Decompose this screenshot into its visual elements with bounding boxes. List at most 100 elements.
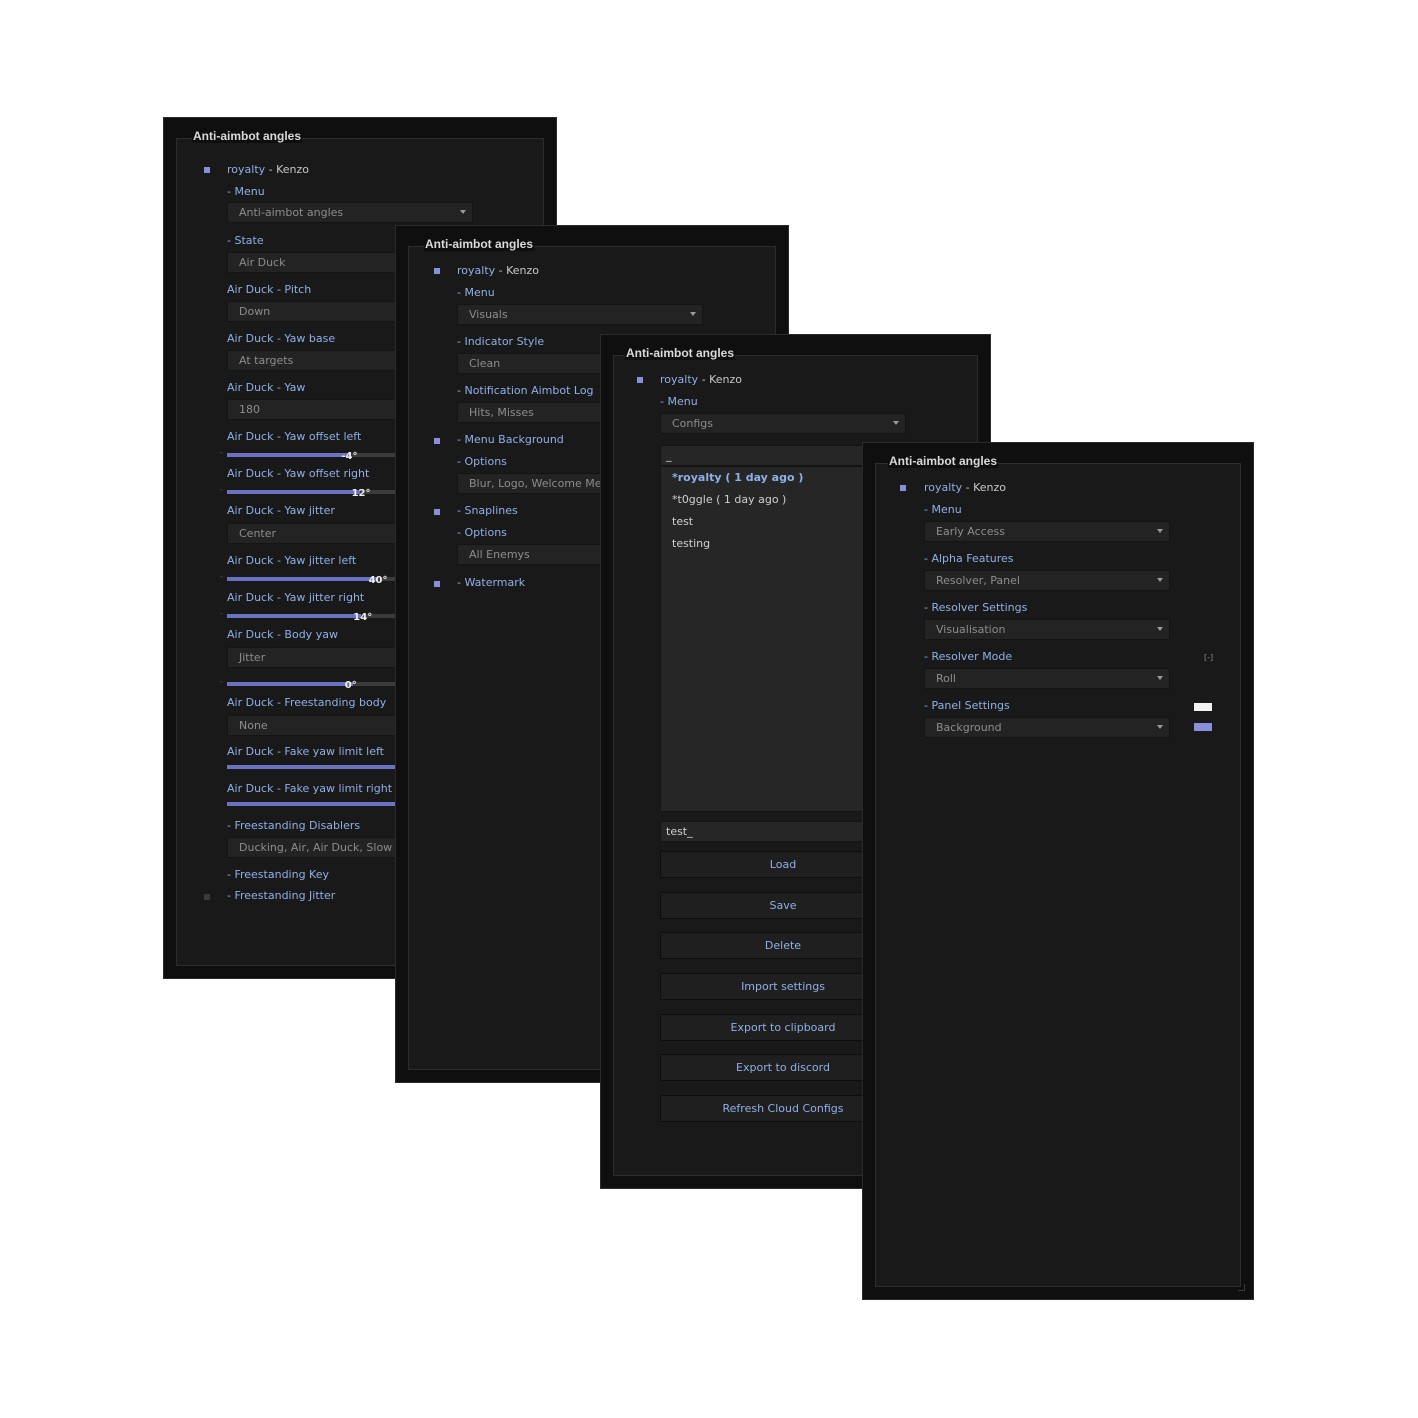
user-label: royalty - Kenzo — [227, 163, 309, 176]
menu-dropdown-value: Visuals — [469, 308, 508, 321]
panel-settings-value: Background — [936, 721, 1002, 734]
user-name: royalty — [457, 264, 496, 277]
freestanding-disablers-value: Ducking, Air, Air Duck, Slow — [239, 841, 393, 854]
fake-limit-right-slider[interactable] — [227, 802, 397, 806]
user-name: royalty — [924, 481, 963, 494]
panel-settings-dropdown[interactable]: Background — [924, 717, 1170, 738]
user-label: royalty - Kenzo — [457, 264, 539, 277]
slider-fill — [227, 614, 362, 618]
user-label: royalty - Kenzo — [660, 373, 742, 386]
slider-minus-icon: - — [220, 485, 224, 495]
yaw-offset-right-label: Air Duck - Yaw offset right — [227, 467, 370, 480]
user-suffix: - Kenzo — [265, 163, 310, 176]
yaw-value: 180 — [239, 403, 260, 416]
menu-background-label: - Menu Background — [457, 433, 564, 446]
user-suffix: - Kenzo — [962, 481, 1007, 494]
alpha-features-dropdown[interactable]: Resolver, Panel — [924, 570, 1170, 591]
freestanding-jitter-checkbox[interactable] — [204, 894, 210, 900]
fake-limit-right-label: Air Duck - Fake yaw limit right — [227, 782, 393, 795]
slider-value: 14° — [353, 612, 373, 623]
chevron-down-icon — [1157, 725, 1163, 729]
snaplines-label: - Snaplines — [457, 504, 518, 517]
slider-fill — [227, 577, 377, 581]
yawbase-label: Air Duck - Yaw base — [227, 332, 336, 345]
body-yaw-slider[interactable]: 0° — [227, 680, 397, 691]
fake-limit-left-slider[interactable] — [227, 765, 397, 769]
freestanding-key-label: - Freestanding Key — [227, 868, 329, 881]
user-label: royalty - Kenzo — [924, 481, 1006, 494]
slider-value: 12° — [351, 488, 371, 499]
menu-dropdown[interactable]: Anti-aimbot angles — [227, 202, 473, 223]
fake-limit-left-label: Air Duck - Fake yaw limit left — [227, 745, 384, 758]
chevron-down-icon — [460, 210, 466, 214]
pitch-label: Air Duck - Pitch — [227, 283, 312, 296]
user-checkbox[interactable] — [434, 268, 440, 274]
yaw-jitter-right-slider[interactable]: 14° — [227, 612, 397, 623]
chevron-down-icon — [893, 421, 899, 425]
config-list-item[interactable]: test — [672, 515, 693, 528]
freestanding-disablers-label: - Freestanding Disablers — [227, 819, 361, 832]
yaw-jitter-left-slider[interactable]: 40° — [227, 575, 397, 586]
menu-label: - Menu — [457, 286, 495, 299]
state-label: - State — [227, 234, 264, 247]
notification-log-label: - Notification Aimbot Log — [457, 384, 594, 397]
chevron-down-icon — [1157, 529, 1163, 533]
menu-label: - Menu — [660, 395, 698, 408]
slider-fill — [227, 765, 397, 769]
snaplines-options-value: All Enemys — [469, 548, 530, 561]
slider-fill — [227, 682, 353, 686]
chevron-down-icon — [690, 312, 696, 316]
yawbase-value: At targets — [239, 354, 294, 367]
snaplines-options-label: - Options — [457, 526, 507, 539]
yaw-jitter-value: Center — [239, 527, 277, 540]
chevron-down-icon — [1157, 627, 1163, 631]
yaw-offset-left-label: Air Duck - Yaw offset left — [227, 430, 362, 443]
config-list-item[interactable]: *t0ggle ( 1 day ago ) — [672, 493, 786, 506]
slider-minus-icon: - — [220, 609, 224, 619]
panel-settings-label: - Panel Settings — [924, 699, 1010, 712]
body-yaw-value: Jitter — [239, 651, 266, 664]
user-suffix: - Kenzo — [495, 264, 540, 277]
menu-dropdown-value: Anti-aimbot angles — [239, 206, 344, 219]
menu-dropdown[interactable]: Early Access — [924, 521, 1170, 542]
menu-label: - Menu — [227, 185, 265, 198]
menu-background-checkbox[interactable] — [434, 438, 440, 444]
alpha-features-label: - Alpha Features — [924, 552, 1014, 565]
menu-dropdown-value: Configs — [672, 417, 714, 430]
user-checkbox[interactable] — [204, 167, 210, 173]
resolver-mode-label: - Resolver Mode — [924, 650, 1013, 663]
yaw-offset-left-slider[interactable]: -4° — [227, 451, 397, 462]
slider-fill — [227, 802, 397, 806]
indicator-style-label: - Indicator Style — [457, 335, 545, 348]
slider-minus-icon: - — [220, 677, 224, 687]
window-title: Anti-aimbot angles — [192, 129, 303, 143]
snaplines-checkbox[interactable] — [434, 509, 440, 515]
resolver-mode-dropdown[interactable]: Roll — [924, 668, 1170, 689]
pitch-value: Down — [239, 305, 271, 318]
config-list-item[interactable]: testing — [672, 537, 710, 550]
yaw-jitter-label: Air Duck - Yaw jitter — [227, 504, 335, 517]
resolver-settings-value: Visualisation — [936, 623, 1006, 636]
window-title: Anti-aimbot angles — [625, 346, 736, 360]
menu-dropdown[interactable]: Visuals — [457, 304, 703, 325]
menu-dropdown-value: Early Access — [936, 525, 1005, 538]
watermark-checkbox[interactable] — [434, 581, 440, 587]
resolver-settings-dropdown[interactable]: Visualisation — [924, 619, 1170, 640]
user-suffix: - Kenzo — [698, 373, 743, 386]
alpha-features-value: Resolver, Panel — [936, 574, 1020, 587]
state-value: Air Duck — [239, 256, 286, 269]
config-list-item[interactable]: *royalty ( 1 day ago ) — [672, 471, 803, 484]
resize-grip-icon[interactable] — [1238, 1284, 1245, 1291]
resolver-mode-hotkey[interactable]: [-] — [1204, 653, 1213, 662]
yaw-jitter-left-label: Air Duck - Yaw jitter left — [227, 554, 357, 567]
user-checkbox[interactable] — [900, 485, 906, 491]
yaw-offset-right-slider[interactable]: 12° — [227, 488, 397, 499]
slider-minus-icon: - — [220, 448, 224, 458]
menu-dropdown[interactable]: Configs — [660, 413, 906, 434]
menu-window-early-access: Anti-aimbot angles royalty - Kenzo - Men… — [862, 442, 1254, 1300]
slider-fill — [227, 490, 360, 494]
user-checkbox[interactable] — [637, 377, 643, 383]
color-swatch-accent[interactable] — [1194, 723, 1212, 731]
slider-value: -4° — [341, 451, 358, 462]
color-swatch-white[interactable] — [1194, 703, 1212, 711]
